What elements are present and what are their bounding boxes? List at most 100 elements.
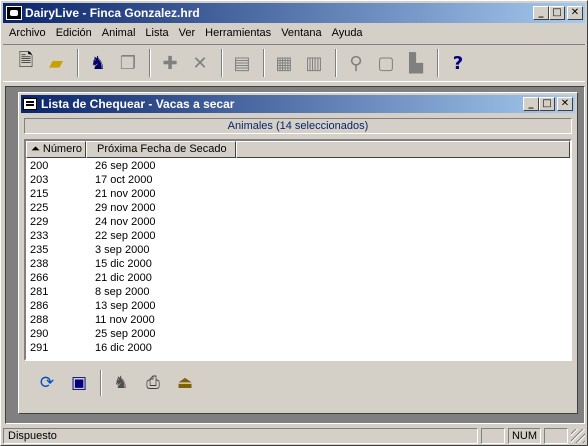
- column-header-numero[interactable]: ⏶ Número: [26, 141, 86, 158]
- window-icon[interactable]: ▣: [66, 370, 92, 396]
- add-icon[interactable]: ✚: [157, 50, 183, 76]
- export-icon[interactable]: ⏏: [172, 370, 198, 396]
- toolbar-separator: [77, 49, 79, 77]
- close-button[interactable]: ✕: [567, 6, 583, 20]
- list-item[interactable]: 235 3 sep 2000: [26, 243, 570, 257]
- search-icon[interactable]: ⚲: [343, 50, 369, 76]
- dry-date: 11 nov 2000: [95, 314, 155, 326]
- dry-date: 29 nov 2000: [95, 202, 156, 214]
- chart-icon[interactable]: ▙: [403, 50, 429, 76]
- dry-date: 22 sep 2000: [95, 230, 156, 242]
- menu-lista[interactable]: Lista: [145, 27, 168, 39]
- dry-date: 24 nov 2000: [95, 216, 156, 228]
- status-pane-blank: [480, 427, 505, 444]
- status-bar: Dispuesto NUM: [3, 427, 585, 444]
- cow-icon[interactable]: ♞: [108, 370, 134, 396]
- help-icon[interactable]: ?: [445, 50, 471, 76]
- toolbar-separator: [335, 49, 337, 77]
- main-window: DairyLive - Finca Gonzalez.hrd _ □ ✕ Arc…: [0, 0, 588, 446]
- animal-number: 281: [30, 286, 49, 298]
- dry-date: 16 dic 2000: [95, 342, 152, 354]
- toolbar-separator: [149, 49, 151, 77]
- menu-edicion[interactable]: Edición: [56, 27, 92, 39]
- column-header-fecha[interactable]: Próxima Fecha de Secado: [86, 141, 236, 158]
- animal-number: 290: [30, 328, 49, 340]
- refresh-icon[interactable]: ⟳: [34, 370, 60, 396]
- menu-ver[interactable]: Ver: [179, 27, 196, 39]
- list-item[interactable]: 286 13 sep 2000: [26, 299, 570, 313]
- title-bar[interactable]: DairyLive - Finca Gonzalez.hrd _ □ ✕: [3, 3, 585, 23]
- list-rows: 200 26 sep 2000 203 17 oct 2000 215 21 nov …: [26, 158, 570, 355]
- column-header-numero-label: Número: [42, 143, 82, 155]
- copy-icon[interactable]: ❐: [115, 50, 141, 76]
- list-item[interactable]: 288 11 nov 2000: [26, 313, 570, 327]
- animal-number: 235: [30, 244, 49, 256]
- clipboard-icon[interactable]: ▢: [373, 50, 399, 76]
- list-header: ⏶ Número Próxima Fecha de Secado: [26, 141, 570, 158]
- open-folder-icon[interactable]: ▰: [43, 50, 69, 76]
- dry-date: 25 sep 2000: [95, 328, 156, 340]
- event-icon[interactable]: ▦: [271, 50, 297, 76]
- new-document-icon[interactable]: 🗎: [13, 50, 39, 76]
- toolbar: 🗎 ▰ ♞ ❐ ✚ ✕ ▤ ▦ ▥ ⚲ ▢ ▙ ?: [3, 44, 585, 82]
- sort-arrow-icon: ⏶: [31, 143, 40, 155]
- child-close-button[interactable]: ✕: [557, 97, 573, 111]
- minimize-button[interactable]: _: [533, 6, 549, 20]
- list-item[interactable]: 281 8 sep 2000: [26, 285, 570, 299]
- toolbar-separator: [221, 49, 223, 77]
- animal-number: 233: [30, 230, 49, 242]
- list-item[interactable]: 290 25 sep 2000: [26, 327, 570, 341]
- list-item[interactable]: 200 26 sep 2000: [26, 159, 570, 173]
- status-text: Dispuesto: [3, 427, 478, 444]
- list-item[interactable]: 238 15 dic 2000: [26, 257, 570, 271]
- dry-date: 15 dic 2000: [95, 258, 152, 270]
- cow-icon[interactable]: ♞: [85, 50, 111, 76]
- animal-number: 291: [30, 342, 49, 354]
- animal-number: 266: [30, 272, 49, 284]
- dry-date: 26 sep 2000: [95, 160, 156, 172]
- menu-ventana[interactable]: Ventana: [281, 27, 321, 39]
- menu-ayuda[interactable]: Ayuda: [332, 27, 363, 39]
- resize-grip[interactable]: [571, 428, 585, 443]
- delete-icon[interactable]: ✕: [187, 50, 213, 76]
- dry-date: 8 sep 2000: [95, 286, 150, 298]
- child-title-bar[interactable]: Lista de Chequear - Vacas a secar _ □ ✕: [21, 95, 575, 113]
- menu-bar: Archivo Edición Animal Lista Ver Herrami…: [3, 24, 585, 42]
- list-item[interactable]: 266 21 dic 2000: [26, 271, 570, 285]
- list-item[interactable]: 291 16 dic 2000: [26, 341, 570, 355]
- animal-number: 288: [30, 314, 49, 326]
- child-minimize-button[interactable]: _: [523, 97, 539, 111]
- toolbar-separator: [100, 370, 102, 396]
- menu-animal[interactable]: Animal: [102, 27, 136, 39]
- child-maximize-button[interactable]: □: [539, 97, 555, 111]
- list-item[interactable]: 225 29 nov 2000: [26, 201, 570, 215]
- animal-number: 225: [30, 202, 49, 214]
- maximize-button[interactable]: □: [549, 6, 565, 20]
- dry-date: 21 nov 2000: [95, 188, 156, 200]
- list-toolbar: ⟳ ▣ ♞ ⎙ ⏏: [24, 366, 572, 400]
- list-item[interactable]: 215 21 nov 2000: [26, 187, 570, 201]
- animal-number: 286: [30, 300, 49, 312]
- print-icon[interactable]: ⎙: [140, 370, 166, 396]
- list-item[interactable]: 229 24 nov 2000: [26, 215, 570, 229]
- animal-number: 215: [30, 188, 49, 200]
- animal-number: 203: [30, 174, 49, 186]
- event-list-icon[interactable]: ▥: [301, 50, 327, 76]
- animal-number: 229: [30, 216, 49, 228]
- list-item[interactable]: 233 22 sep 2000: [26, 229, 570, 243]
- menu-archivo[interactable]: Archivo: [9, 27, 46, 39]
- menu-herramientas[interactable]: Herramientas: [205, 27, 271, 39]
- checklist-window: Lista de Chequear - Vacas a secar _ □ ✕ …: [18, 92, 578, 414]
- num-lock-indicator: NUM: [507, 427, 541, 444]
- list-item[interactable]: 203 17 oct 2000: [26, 173, 570, 187]
- animal-number: 238: [30, 258, 49, 270]
- animal-number: 200: [30, 160, 49, 172]
- dry-date: 3 sep 2000: [95, 244, 150, 256]
- toolbar-separator: [263, 49, 265, 77]
- app-icon[interactable]: [6, 6, 22, 20]
- window-title: DairyLive - Finca Gonzalez.hrd: [25, 6, 200, 20]
- report-icon[interactable]: ▤: [229, 50, 255, 76]
- animal-list[interactable]: ⏶ Número Próxima Fecha de Secado 200 26 s…: [24, 139, 572, 361]
- dry-date: 21 dic 2000: [95, 272, 152, 284]
- list-icon: [23, 98, 37, 110]
